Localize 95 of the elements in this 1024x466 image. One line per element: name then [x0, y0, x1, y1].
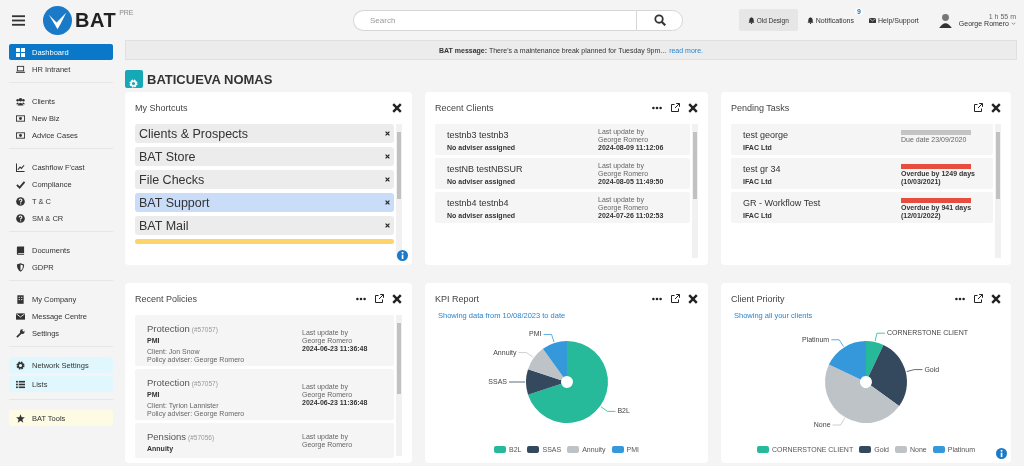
card-title: My Shortcuts	[135, 102, 188, 113]
close-icon	[991, 102, 1001, 113]
info-button[interactable]	[397, 250, 408, 261]
open-external-button[interactable]	[374, 293, 384, 304]
wrench-icon	[16, 328, 25, 338]
banknote-icon	[16, 130, 25, 140]
menu-icon	[12, 13, 25, 27]
client-name: testNB testNBSUR	[447, 164, 523, 174]
close-icon	[392, 293, 402, 304]
policy-type: Protection	[147, 377, 190, 388]
close-icon	[688, 293, 698, 304]
leader-line	[600, 406, 616, 412]
leader-line	[517, 352, 533, 358]
close-button[interactable]	[688, 293, 698, 304]
banknote-icon	[16, 113, 25, 123]
settings-icon	[129, 79, 138, 88]
leader-line	[830, 339, 844, 347]
search-button[interactable]	[636, 9, 683, 31]
leader-line	[906, 369, 923, 372]
external-link-icon	[670, 293, 680, 304]
card-title: Recent Policies	[135, 293, 198, 304]
open-external-button[interactable]	[670, 293, 680, 304]
close-button[interactable]	[991, 293, 1001, 304]
leader-line	[542, 334, 554, 343]
logo-text: BAT	[75, 8, 117, 32]
info-button[interactable]	[996, 448, 1007, 459]
open-external-button[interactable]	[973, 293, 983, 304]
checkmark-icon	[16, 179, 25, 189]
scrollbar[interactable]	[995, 124, 1001, 258]
task-name: test george	[743, 130, 789, 140]
question-icon	[16, 196, 25, 206]
card-title: KPI Report	[435, 293, 480, 304]
building-icon	[16, 294, 25, 304]
external-link-icon	[973, 293, 983, 304]
info-icon	[397, 250, 408, 261]
avatar-silhouette-icon	[937, 12, 953, 28]
envelope-icon	[16, 311, 25, 321]
shortcut-item[interactable]: BAT Mail	[135, 216, 394, 235]
external-link-icon	[374, 293, 384, 304]
open-external-button[interactable]	[670, 102, 680, 113]
grid-icon	[16, 47, 25, 57]
policy-type: Pensions	[147, 431, 187, 442]
open-external-button[interactable]	[973, 102, 983, 113]
users-icon	[16, 96, 25, 106]
scrollbar[interactable]	[396, 315, 402, 456]
external-link-icon	[973, 102, 983, 113]
settings-icon	[16, 360, 25, 370]
laptop-icon	[16, 64, 25, 74]
close-icon	[991, 293, 1001, 304]
leader-line	[832, 417, 845, 426]
close-icon	[385, 200, 390, 205]
card-title: Recent Clients	[435, 102, 494, 113]
external-link-icon	[670, 102, 680, 113]
card-title: Client Priority	[731, 293, 785, 304]
leader-line	[508, 381, 525, 383]
list-icon	[16, 379, 25, 389]
leader-line	[874, 332, 886, 342]
close-icon	[385, 154, 390, 159]
page-title: BATICUEVA NOMAS	[147, 71, 273, 87]
book-icon	[16, 245, 25, 255]
close-button[interactable]	[392, 293, 402, 304]
scrollbar[interactable]	[396, 124, 402, 258]
task-name: GR - Workflow Test	[743, 198, 821, 208]
close-button[interactable]	[392, 102, 402, 113]
bell-icon	[806, 16, 814, 24]
card-title: Pending Tasks	[731, 102, 790, 113]
close-icon	[385, 177, 390, 182]
menu-button[interactable]	[12, 13, 25, 27]
caret-icon	[1011, 21, 1016, 26]
close-icon	[392, 102, 402, 113]
shield-icon	[16, 262, 25, 272]
search-icon	[653, 14, 666, 26]
shortcut-item[interactable]: File Checks	[135, 170, 394, 189]
star-icon	[16, 413, 25, 423]
bird-logo-icon	[43, 5, 72, 35]
scrollbar[interactable]	[692, 124, 698, 258]
shortcut-item[interactable]: Clients & Prospects	[135, 124, 394, 143]
client-name: testnb4 testnb4	[447, 198, 510, 208]
info-icon	[996, 448, 1007, 459]
close-button[interactable]	[991, 102, 1001, 113]
policy-type: Protection	[147, 323, 190, 334]
question-icon	[16, 213, 25, 223]
chart-icon	[16, 162, 25, 172]
close-icon	[385, 131, 390, 136]
close-icon	[385, 223, 390, 228]
close-button[interactable]	[688, 102, 698, 113]
client-name: testnb3 testnb3	[447, 130, 510, 140]
task-name: test gr 34	[743, 164, 781, 174]
envelope-icon	[868, 16, 876, 24]
settings-button[interactable]	[125, 70, 143, 88]
shortcut-item[interactable]: BAT Store	[135, 147, 394, 166]
bell-icon	[747, 16, 755, 24]
close-icon	[688, 102, 698, 113]
search-field[interactable]: Search	[353, 9, 636, 31]
shortcut-item[interactable]: BAT Support	[135, 193, 394, 212]
